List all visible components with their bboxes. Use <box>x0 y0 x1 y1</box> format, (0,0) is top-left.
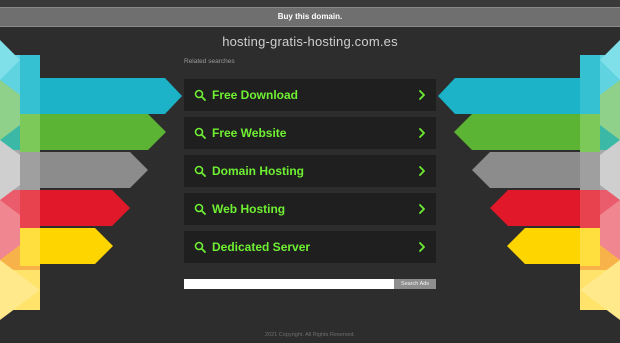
left-mid-yellow <box>20 228 40 266</box>
left-arrow-gray <box>40 152 148 188</box>
chevron-right-icon <box>419 166 425 176</box>
footer-copyright: 2021 Copyright. All Rights Reserved. <box>265 332 355 338</box>
right-mid-yellow <box>580 228 600 266</box>
top-strip <box>0 0 620 7</box>
left-mid-green <box>20 114 40 152</box>
related-link-free-download[interactable]: Free Download <box>184 79 436 111</box>
related-link-label: Domain Hosting <box>212 164 304 178</box>
related-link-domain-hosting[interactable]: Domain Hosting <box>184 155 436 187</box>
left-arrow-yellow <box>40 228 113 264</box>
chevron-right-icon <box>419 90 425 100</box>
chevron-right-icon <box>419 128 425 138</box>
right-arrow-red <box>490 190 580 226</box>
related-link-label: Dedicated Server <box>212 240 311 254</box>
related-link-web-hosting[interactable]: Web Hosting <box>184 193 436 225</box>
related-link-label: Free Download <box>212 88 299 102</box>
domain-title: hosting-gratis-hosting.com.es <box>222 34 398 49</box>
search-input[interactable] <box>184 279 394 289</box>
left-arrow-cyan <box>40 78 182 114</box>
left-arrow-red <box>40 190 130 226</box>
right-arrow-cyan <box>438 78 580 114</box>
search-icon <box>194 203 206 215</box>
chevron-right-icon <box>419 242 425 252</box>
buy-domain-link[interactable]: Buy this domain. <box>278 12 342 21</box>
related-searches-label: Related searches <box>184 58 235 65</box>
right-mid-green <box>580 114 600 152</box>
right-mid-gray <box>580 152 600 190</box>
search-ads-button[interactable]: Search Ads <box>394 279 436 289</box>
right-arrows <box>438 40 620 320</box>
search-icon <box>194 165 206 177</box>
related-links-list: Free Download Free Website Domain Hostin… <box>184 79 436 269</box>
search-form: Search Ads <box>184 279 436 289</box>
right-arrow-yellow <box>507 228 580 264</box>
right-arrow-gray <box>472 152 580 188</box>
buy-domain-bar[interactable]: Buy this domain. <box>0 7 620 27</box>
left-mid-cyan <box>20 55 40 114</box>
search-icon <box>194 89 206 101</box>
chevron-right-icon <box>419 204 425 214</box>
page: Buy this domain. hosting-gratis-hosting.… <box>0 0 620 343</box>
left-mid-red <box>20 190 40 228</box>
left-mid-gray <box>20 152 40 190</box>
right-mid-cyan <box>580 55 600 114</box>
related-link-dedicated-server[interactable]: Dedicated Server <box>184 231 436 263</box>
right-arrow-green <box>454 114 580 150</box>
search-icon <box>194 127 206 139</box>
left-arrows <box>0 40 182 320</box>
search-icon <box>194 241 206 253</box>
right-mid-red <box>580 190 600 228</box>
related-link-free-website[interactable]: Free Website <box>184 117 436 149</box>
related-link-label: Web Hosting <box>212 202 286 216</box>
related-link-label: Free Website <box>212 126 287 140</box>
left-arrow-green <box>40 114 166 150</box>
